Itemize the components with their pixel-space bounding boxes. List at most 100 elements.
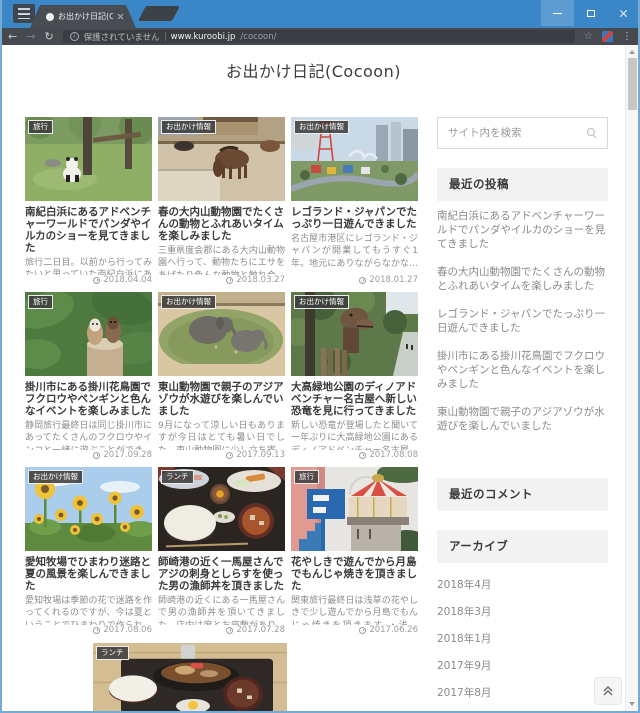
post-title[interactable]: 師崎港の近く一馬屋さんでアジの刺身としらすを使った男の漁師丼を頂きました	[158, 556, 285, 592]
post-excerpt: 旅行二日目。以前から行ってみたいと思っていた南紀白浜にあるアドベンチャーワールド…	[25, 257, 152, 275]
post-thumbnail-dinosaur[interactable]: お出かけ情報	[291, 292, 418, 376]
post-thumbnail-owls[interactable]: 旅行	[25, 292, 152, 376]
clock-icon	[226, 277, 233, 284]
site-title[interactable]: お出かけ日記(Cocoon)	[2, 45, 638, 82]
post-card: お出かけ情報 大高緑地公園のディノアドベンチャー名古屋へ新しい恐竜を見に行ってき…	[291, 292, 418, 460]
browser-tab[interactable]: お出かけ日記(Cocoon) | 遊	[30, 5, 136, 28]
category-badge[interactable]: ランチ	[161, 470, 194, 484]
search-input[interactable]	[438, 118, 607, 148]
minimize-button[interactable]	[541, 0, 574, 26]
reload-icon[interactable]: ↻	[44, 28, 53, 45]
recent-post-link[interactable]: レゴランド・ジャパンでたっぷり一日遊んできました	[437, 307, 608, 335]
minimize-icon	[553, 13, 562, 14]
post-thumbnail-sunflowers[interactable]: お出かけ情報	[25, 467, 152, 551]
browser-toolbar: ← → ↻ 保護されていません www.kuroobi.jp /cocoon/ …	[0, 28, 640, 45]
clock-icon	[226, 452, 233, 459]
category-badge[interactable]: お出かけ情報	[161, 120, 216, 134]
post-card: お出かけ情報 レゴランド・ジャパンでたっぷり一日遊んできました 名古屋市港区にレ…	[291, 117, 418, 285]
scrollbar[interactable]	[625, 45, 638, 711]
page-viewport: お出かけ日記(Cocoon)	[2, 45, 638, 711]
recent-post-link[interactable]: 南紀白浜にあるアドベンチャーワールドでパンダやイルカのショーを見てきました	[437, 209, 608, 251]
post-title[interactable]: 南紀白浜にあるアドベンチャーワールドでパンダやイルカのショーを見てきました	[25, 206, 152, 254]
post-title[interactable]: 春の大内山動物園でたくさんの動物とふれあいタイムを楽しみました	[158, 206, 285, 242]
post-title[interactable]: 大高緑地公園のディノアドベンチャー名古屋へ新しい恐竜を見に行ってきました	[291, 381, 418, 417]
post-excerpt: 新しい恐竜が登場したと聞いて一年ぶりに大高緑地公園にあるディノアドベンチャー名古…	[291, 420, 418, 450]
recent-post-link[interactable]: 春の大内山動物園でたくさんの動物とふれあいタイムを楽しみました	[437, 265, 608, 293]
tab-close-icon[interactable]	[117, 13, 124, 20]
post-date: 2018.04.04	[93, 275, 152, 285]
category-badge[interactable]: お出かけ情報	[294, 120, 349, 134]
post-list: 旅行 南紀白浜にあるアドベンチャーワールドでパンダやイルカのショーを見てきました…	[25, 117, 418, 711]
post-date: 2017.08.08	[359, 450, 418, 460]
category-badge[interactable]: 旅行	[28, 295, 53, 309]
category-badge[interactable]: お出かけ情報	[28, 470, 83, 484]
post-date: 2017.09.28	[93, 450, 152, 460]
post-date: 2017.06.26	[359, 625, 418, 635]
scroll-down-icon[interactable]	[626, 698, 638, 710]
back-icon[interactable]: ←	[8, 28, 17, 45]
post-card: 旅行 掛川市にある掛川花鳥園でフクロウやペンギンと色んなイベントを楽しみました …	[25, 292, 152, 460]
tab-list-icon[interactable]	[13, 4, 35, 23]
post-thumbnail-elephants[interactable]: お出かけ情報	[158, 292, 285, 376]
clock-icon	[93, 277, 100, 284]
category-badge[interactable]: ランチ	[96, 646, 129, 660]
post-date: 2018.03.27	[226, 275, 285, 285]
window-controls	[541, 0, 640, 26]
post-excerpt: 愛知牧場は季節の花で迷路を作ってくれるのですが、今は夏ということでひまわりで作ら…	[25, 595, 152, 625]
scrollbar-thumb[interactable]	[628, 58, 637, 110]
site-search	[437, 117, 608, 149]
post-excerpt: 静岡旅行最終日は同じ掛川市にあってたくさんのフクロウやインコと一緒に遊ぶことがで…	[25, 420, 152, 450]
recent-post-link[interactable]: 東山動物園で親子のアジアゾウが水遊びを楽しんでいました	[437, 405, 608, 433]
post-thumbnail-hanayashiki[interactable]: 旅行	[291, 467, 418, 551]
search-icon[interactable]	[587, 128, 595, 136]
close-button[interactable]	[607, 0, 640, 26]
back-to-top-button[interactable]	[594, 677, 622, 705]
post-thumbnail-fisherman-bowl[interactable]: ランチ	[158, 467, 285, 551]
maximize-icon	[587, 10, 595, 17]
scroll-up-icon[interactable]	[626, 46, 638, 58]
post-date: 2017.08.06	[93, 625, 152, 635]
post-thumbnail-panda[interactable]: 旅行	[25, 117, 152, 201]
post-excerpt: 三重県度会郡にある大内山動物園へ行って、動物たちにエサをあげたり色んな動物と触れ…	[158, 245, 285, 275]
archive-link[interactable]: 2017年9月	[437, 659, 608, 673]
post-thumbnail-ponies[interactable]: お出かけ情報	[158, 117, 285, 201]
maximize-button[interactable]	[574, 0, 607, 26]
post-title[interactable]: 東山動物園で親子のアジアゾウが水遊びを楽しんでいました	[158, 381, 285, 417]
post-date: 2017.09.13	[226, 450, 285, 460]
bookmark-star-icon[interactable]: ☆	[584, 31, 593, 42]
post-thumbnail-legoland[interactable]: お出かけ情報	[291, 117, 418, 201]
post-card: 旅行 南紀白浜にあるアドベンチャーワールドでパンダやイルカのショーを見てきました…	[25, 117, 152, 285]
post-card: 旅行 花やしきで遊んでから月島でもんじゃ焼きを頂きました 関東旅行最終日は浅草の…	[291, 467, 418, 635]
new-tab-button[interactable]	[138, 6, 180, 21]
post-title[interactable]: 花やしきで遊んでから月島でもんじゃ焼きを頂きました	[291, 556, 418, 592]
category-badge[interactable]: お出かけ情報	[161, 295, 216, 309]
category-badge[interactable]: 旅行	[28, 120, 53, 134]
archive-link[interactable]: 2018年4月	[437, 578, 608, 592]
browser-menu-icon[interactable]: ⋮	[622, 31, 632, 42]
post-thumbnail-lunch-large[interactable]: ランチ	[93, 643, 287, 711]
post-title[interactable]: 掛川市にある掛川花鳥園でフクロウやペンギンと色んなイベントを楽しみました	[25, 381, 152, 417]
recent-post-link[interactable]: 掛川市にある掛川花鳥園でフクロウやペンギンと色んなイベントを楽しみました	[437, 349, 608, 391]
security-label: 保護されていません	[84, 31, 160, 43]
archive-link[interactable]: 2018年3月	[437, 605, 608, 619]
post-card: お出かけ情報 春の大内山動物園でたくさんの動物とふれあいタイムを楽しみました 三…	[158, 117, 285, 285]
post-title[interactable]: 愛知牧場でひまわり迷路と夏の風景を楽しんできました	[25, 556, 152, 592]
forward-icon[interactable]: →	[26, 28, 35, 45]
archive-link[interactable]: 2017年8月	[437, 686, 608, 700]
category-badge[interactable]: 旅行	[294, 470, 319, 484]
clock-icon	[359, 627, 366, 634]
archive-list: 2018年4月 2018年3月 2018年1月 2017年9月 2017年8月 …	[437, 578, 608, 711]
address-bar[interactable]: 保護されていません www.kuroobi.jp /cocoon/	[63, 30, 575, 43]
browser-window: お出かけ日記(Cocoon) | 遊 ← → ↻ 保護されていません www.k…	[0, 0, 640, 713]
recent-comments-heading: 最近のコメント	[437, 478, 608, 511]
post-card: お出かけ情報 東山動物園で親子のアジアゾウが水遊びを楽しんでいました 9月になっ…	[158, 292, 285, 460]
post-title[interactable]: レゴランド・ジャパンでたっぷり一日遊んできました	[291, 206, 418, 230]
category-badge[interactable]: お出かけ情報	[294, 295, 349, 309]
site-info-icon[interactable]	[70, 32, 79, 41]
post-excerpt: 9月になって涼しい日もありますが今日はとても暑い日でした。東山動物園に少し立ち寄…	[158, 420, 285, 450]
clock-icon	[93, 452, 100, 459]
extension-icon[interactable]	[602, 31, 613, 42]
url-host: www.kuroobi.jp	[171, 32, 236, 42]
archive-link[interactable]: 2018年1月	[437, 632, 608, 646]
post-excerpt: 師崎港の近くにある一馬屋さんで男の漁師丼を頂いてきました。店内は席とお座敷があり…	[158, 595, 285, 625]
